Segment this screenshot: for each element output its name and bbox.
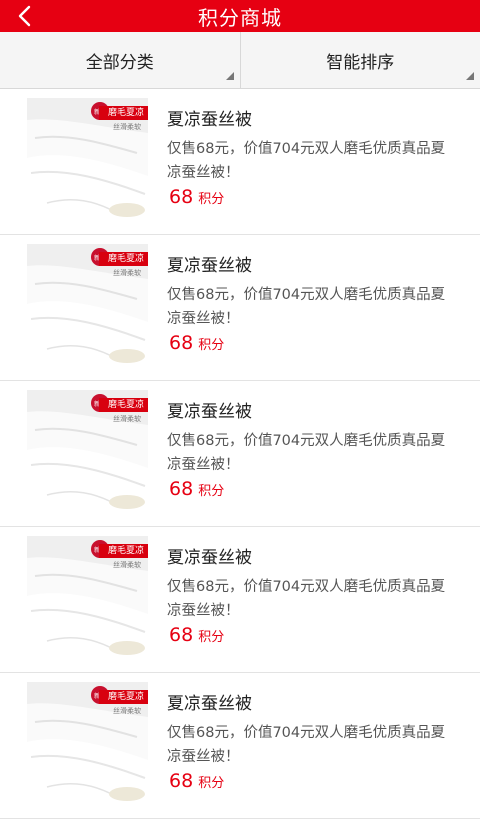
- image-banner: 磨毛夏凉: [99, 252, 148, 266]
- points-value: 68: [169, 186, 193, 208]
- dropdown-corner-icon: [466, 72, 474, 80]
- product-item[interactable]: 新品 磨毛夏凉 丝滑柔软 夏凉蚕丝被 仅售68元，价值704元双人磨毛优质真品夏…: [0, 527, 480, 673]
- header-bar: 积分商城: [0, 0, 480, 32]
- product-points: 68 积分: [169, 332, 224, 354]
- chevron-left-icon: [17, 5, 33, 27]
- page-title: 积分商城: [198, 2, 282, 31]
- product-image[interactable]: 新品 磨毛夏凉 丝滑柔软: [27, 390, 148, 511]
- points-value: 68: [169, 478, 193, 500]
- product-title: 夏凉蚕丝被: [167, 543, 252, 568]
- product-description: 仅售68元，价值704元双人磨毛优质真品夏凉蚕丝被！: [167, 137, 457, 185]
- product-points: 68 积分: [169, 624, 224, 646]
- points-unit: 积分: [198, 484, 224, 499]
- dropdown-corner-icon: [226, 72, 234, 80]
- product-image[interactable]: 新品 磨毛夏凉 丝滑柔软: [27, 682, 148, 803]
- product-image[interactable]: 新品 磨毛夏凉 丝滑柔软: [27, 98, 148, 219]
- image-subtext: 丝滑柔软: [113, 414, 148, 424]
- image-banner: 磨毛夏凉: [99, 544, 148, 558]
- product-title: 夏凉蚕丝被: [167, 105, 252, 130]
- image-banner: 磨毛夏凉: [99, 690, 148, 704]
- product-points: 68 积分: [169, 186, 224, 208]
- product-item[interactable]: 新品 磨毛夏凉 丝滑柔软 夏凉蚕丝被 仅售68元，价值704元双人磨毛优质真品夏…: [0, 673, 480, 819]
- image-subtext: 丝滑柔软: [113, 560, 148, 570]
- image-banner: 磨毛夏凉: [99, 398, 148, 412]
- points-unit: 积分: [198, 338, 224, 353]
- points-unit: 积分: [198, 630, 224, 645]
- image-banner: 磨毛夏凉: [99, 106, 148, 120]
- points-value: 68: [169, 770, 193, 792]
- product-points: 68 积分: [169, 478, 224, 500]
- product-image[interactable]: 新品 磨毛夏凉 丝滑柔软: [27, 536, 148, 657]
- image-subtext: 丝滑柔软: [113, 268, 148, 278]
- product-title: 夏凉蚕丝被: [167, 397, 252, 422]
- back-button[interactable]: [0, 0, 50, 32]
- image-subtext: 丝滑柔软: [113, 122, 148, 132]
- category-filter[interactable]: 全部分类: [0, 32, 240, 88]
- product-image[interactable]: 新品 磨毛夏凉 丝滑柔软: [27, 244, 148, 365]
- product-title: 夏凉蚕丝被: [167, 689, 252, 714]
- points-value: 68: [169, 332, 193, 354]
- image-subtext: 丝滑柔软: [113, 706, 148, 716]
- filter-bar: 全部分类 智能排序: [0, 32, 480, 89]
- product-description: 仅售68元，价值704元双人磨毛优质真品夏凉蚕丝被！: [167, 575, 457, 623]
- product-item[interactable]: 新品 磨毛夏凉 丝滑柔软 夏凉蚕丝被 仅售68元，价值704元双人磨毛优质真品夏…: [0, 89, 480, 235]
- points-unit: 积分: [198, 192, 224, 207]
- product-description: 仅售68元，价值704元双人磨毛优质真品夏凉蚕丝被！: [167, 283, 457, 331]
- points-unit: 积分: [198, 776, 224, 791]
- product-points: 68 积分: [169, 770, 224, 792]
- product-description: 仅售68元，价值704元双人磨毛优质真品夏凉蚕丝被！: [167, 721, 457, 769]
- sort-filter[interactable]: 智能排序: [240, 32, 480, 88]
- product-title: 夏凉蚕丝被: [167, 251, 252, 276]
- product-item[interactable]: 新品 磨毛夏凉 丝滑柔软 夏凉蚕丝被 仅售68元，价值704元双人磨毛优质真品夏…: [0, 235, 480, 381]
- product-item[interactable]: 新品 磨毛夏凉 丝滑柔软 夏凉蚕丝被 仅售68元，价值704元双人磨毛优质真品夏…: [0, 381, 480, 527]
- product-description: 仅售68元，价值704元双人磨毛优质真品夏凉蚕丝被！: [167, 429, 457, 477]
- product-list: 新品 磨毛夏凉 丝滑柔软 夏凉蚕丝被 仅售68元，价值704元双人磨毛优质真品夏…: [0, 89, 480, 819]
- sort-filter-label: 智能排序: [326, 48, 394, 73]
- points-value: 68: [169, 624, 193, 646]
- category-filter-label: 全部分类: [86, 48, 154, 73]
